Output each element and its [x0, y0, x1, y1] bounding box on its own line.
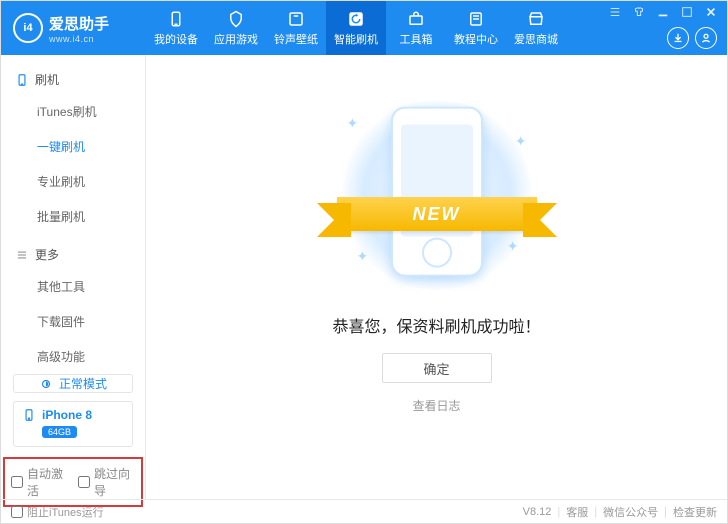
- nav-apps[interactable]: 应用游戏: [206, 1, 266, 55]
- nav-flash[interactable]: 智能刷机: [326, 1, 386, 55]
- sidebar-section-more[interactable]: 更多: [1, 240, 145, 269]
- sidebar-section-flash[interactable]: 刷机: [1, 65, 145, 94]
- sidebar-item-download-firmware[interactable]: 下载固件: [1, 304, 145, 339]
- store-icon: [527, 10, 545, 28]
- success-message: 恭喜您，保资料刷机成功啦！: [332, 313, 540, 337]
- window-controls: [605, 5, 721, 19]
- header-bar: i4 爱思助手 www.i4.cn 我的设备 应用游戏 铃声壁纸 智能刷机: [1, 1, 727, 55]
- sidebar-item-pro-flash[interactable]: 专业刷机: [1, 164, 145, 199]
- main-content: ✦ ✦ ✦ ✦ NEW 恭喜您，保资料刷机成功啦！ 确定 查看日志: [146, 55, 727, 499]
- device-capacity-badge: 64GB: [42, 426, 77, 438]
- header-circle-buttons: [667, 27, 717, 49]
- checkbox-prevent-itunes[interactable]: 阻止iTunes运行: [11, 504, 104, 520]
- brand-name: 爱思助手: [49, 13, 109, 34]
- app-window: i4 爱思助手 www.i4.cn 我的设备 应用游戏 铃声壁纸 智能刷机: [0, 0, 728, 524]
- logo-block: i4 爱思助手 www.i4.cn: [1, 13, 146, 44]
- music-icon: [287, 10, 305, 28]
- apps-icon: [227, 10, 245, 28]
- sidebar-item-batch-flash[interactable]: 批量刷机: [1, 199, 145, 234]
- wechat-link[interactable]: 微信公众号: [603, 504, 658, 520]
- minimize-icon[interactable]: [653, 5, 673, 19]
- device-phone-icon: [22, 408, 36, 422]
- device-box[interactable]: iPhone 8 64GB: [13, 401, 133, 447]
- sidebar-item-advanced[interactable]: 高级功能: [1, 339, 145, 374]
- user-icon[interactable]: [695, 27, 717, 49]
- checkbox-auto-activate[interactable]: 自动激活: [11, 465, 68, 499]
- mode-icon: [39, 377, 53, 391]
- nav-my-device[interactable]: 我的设备: [146, 1, 206, 55]
- book-icon: [467, 10, 485, 28]
- checkbox-skip-setup[interactable]: 跳过向导: [78, 465, 135, 499]
- brand-url: www.i4.cn: [49, 34, 109, 44]
- logo-icon: i4: [13, 13, 43, 43]
- nav-toolbox[interactable]: 工具箱: [386, 1, 446, 55]
- device-name: iPhone 8: [42, 408, 92, 422]
- body: 刷机 iTunes刷机 一键刷机 专业刷机 批量刷机 更多 其他工具 下载固件 …: [1, 55, 727, 499]
- phone-icon: [167, 10, 185, 28]
- flash-section-icon: [15, 73, 29, 87]
- maximize-icon[interactable]: [677, 5, 697, 19]
- check-update-link[interactable]: 检查更新: [673, 504, 717, 520]
- support-link[interactable]: 客服: [566, 504, 588, 520]
- refresh-icon: [347, 10, 365, 28]
- success-illustration: ✦ ✦ ✦ ✦ NEW: [287, 85, 587, 305]
- version-label: V8.12: [523, 506, 552, 518]
- status-bar: 阻止iTunes运行 V8.12 | 客服 | 微信公众号 | 检查更新: [1, 499, 727, 523]
- view-log-link[interactable]: 查看日志: [412, 397, 460, 414]
- download-icon[interactable]: [667, 27, 689, 49]
- nav-ringtones[interactable]: 铃声壁纸: [266, 1, 326, 55]
- toolbox-icon: [407, 10, 425, 28]
- mode-button[interactable]: 正常模式: [13, 374, 133, 393]
- sidebar-item-other-tools[interactable]: 其他工具: [1, 269, 145, 304]
- close-icon[interactable]: [701, 5, 721, 19]
- skin-icon[interactable]: [629, 5, 649, 19]
- confirm-button[interactable]: 确定: [382, 353, 492, 383]
- menu-icon[interactable]: [605, 5, 625, 19]
- sidebar-item-itunes-flash[interactable]: iTunes刷机: [1, 94, 145, 129]
- nav-tutorials[interactable]: 教程中心: [446, 1, 506, 55]
- more-section-icon: [15, 248, 29, 262]
- sidebar-item-oneclick-flash[interactable]: 一键刷机: [1, 129, 145, 164]
- nav-store[interactable]: 爱思商城: [506, 1, 566, 55]
- sidebar: 刷机 iTunes刷机 一键刷机 专业刷机 批量刷机 更多 其他工具 下载固件 …: [1, 55, 146, 499]
